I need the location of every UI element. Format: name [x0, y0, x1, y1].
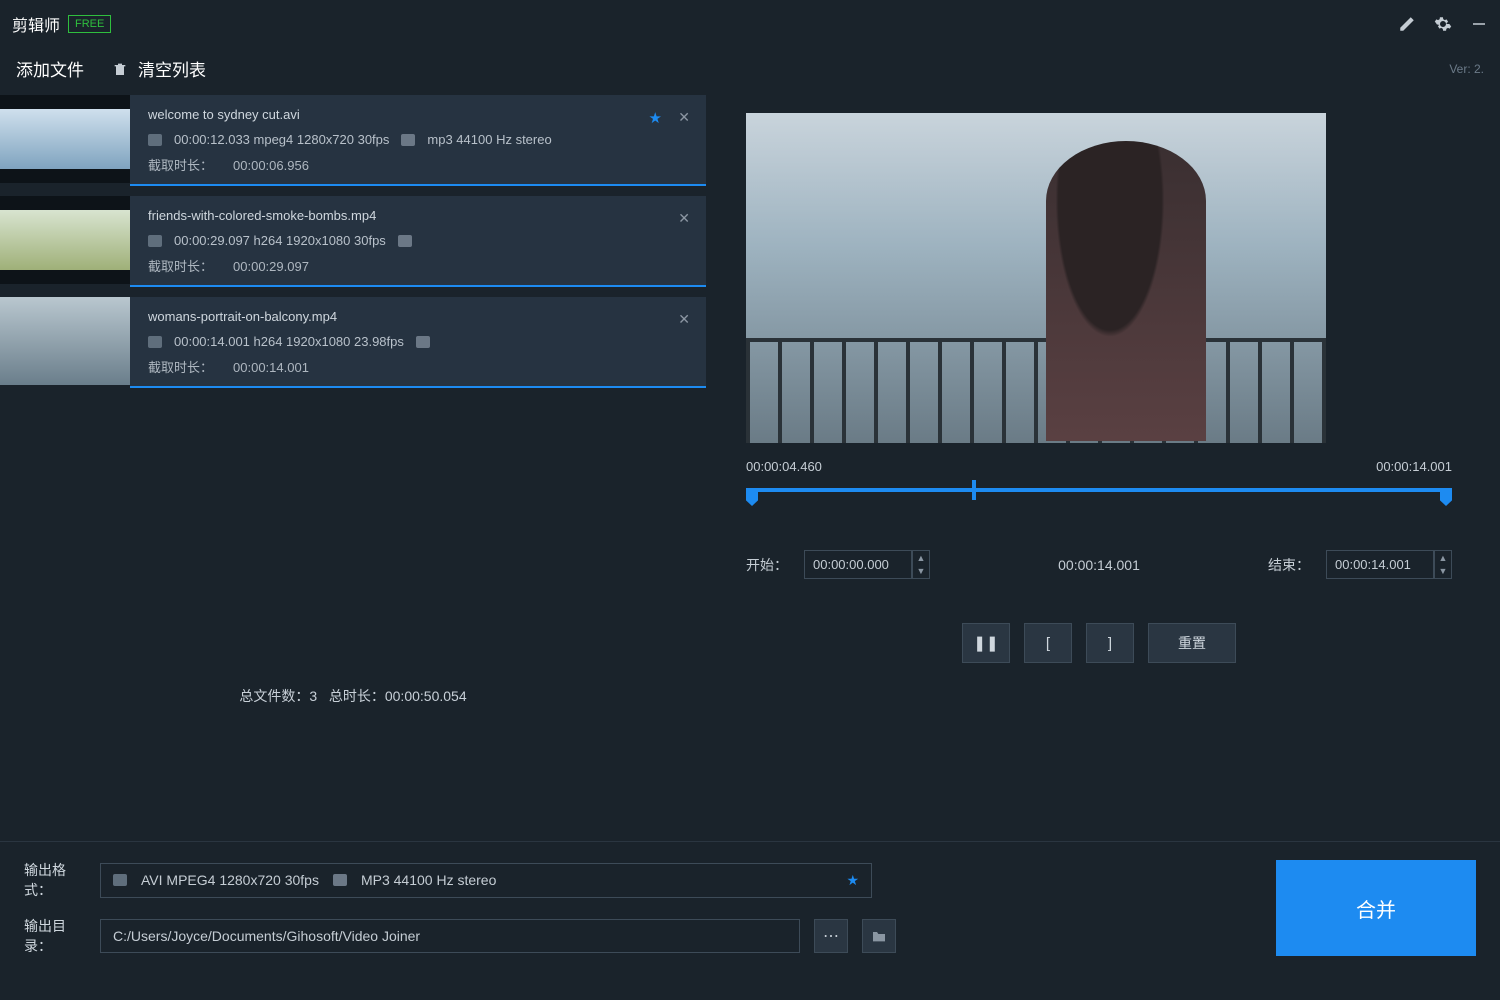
- cut-label: 截取时长：: [148, 360, 213, 375]
- video-meta: 00:00:29.097 h264 1920x1080 30fps: [174, 233, 386, 248]
- free-badge: FREE: [68, 15, 111, 33]
- close-icon[interactable]: ✕: [678, 311, 690, 328]
- clear-list-label: 清空列表: [138, 56, 206, 81]
- file-item[interactable]: friends-with-colored-smoke-bombs.mp4 00:…: [0, 196, 706, 287]
- close-icon[interactable]: ✕: [678, 109, 690, 126]
- close-icon[interactable]: ✕: [678, 210, 690, 227]
- audio-icon: [401, 134, 415, 146]
- video-meta: 00:00:12.033 mpeg4 1280x720 30fps: [174, 132, 389, 147]
- timeline-pos: 00:00:04.460: [746, 459, 822, 474]
- video-meta: 00:00:14.001 h264 1920x1080 23.98fps: [174, 334, 404, 349]
- start-label: 开始：: [746, 555, 788, 575]
- output-video-format: AVI MPEG4 1280x720 30fps: [141, 872, 319, 888]
- end-stepper-up[interactable]: ▲: [1435, 551, 1451, 564]
- minimize-icon[interactable]: [1470, 15, 1488, 33]
- file-name: womans-portrait-on-balcony.mp4: [148, 309, 688, 324]
- trash-icon: [112, 61, 128, 77]
- dir-more-button[interactable]: ⋯: [814, 919, 848, 953]
- timeline-track[interactable]: [746, 480, 1452, 504]
- browse-folder-button[interactable]: [862, 919, 896, 953]
- audio-meta: mp3 44100 Hz stereo: [427, 132, 551, 147]
- cut-value: 00:00:06.956: [233, 158, 309, 173]
- file-thumbnail: [0, 297, 130, 385]
- file-thumbnail: [0, 95, 130, 183]
- timeline-end: 00:00:14.001: [1376, 459, 1452, 474]
- audio-icon: [333, 874, 347, 886]
- end-time-input[interactable]: 00:00:14.001: [1326, 550, 1434, 579]
- folder-icon: [871, 929, 887, 943]
- clear-list-button[interactable]: 清空列表: [112, 56, 206, 81]
- video-icon: [113, 874, 127, 886]
- end-stepper-down[interactable]: ▼: [1435, 564, 1451, 577]
- file-list: welcome to sydney cut.avi 00:00:12.033 m…: [0, 95, 706, 388]
- add-file-label: 添加文件: [16, 56, 84, 81]
- file-item[interactable]: welcome to sydney cut.avi 00:00:12.033 m…: [0, 95, 706, 186]
- audio-icon: [416, 336, 430, 348]
- add-file-button[interactable]: 添加文件: [16, 56, 84, 81]
- video-icon: [148, 235, 162, 247]
- output-dir-field[interactable]: C:/Users/Joyce/Documents/Gihosoft/Video …: [100, 919, 800, 953]
- output-format-field[interactable]: AVI MPEG4 1280x720 30fps MP3 44100 Hz st…: [100, 863, 872, 898]
- video-preview[interactable]: [746, 113, 1326, 443]
- cut-value: 00:00:14.001: [233, 360, 309, 375]
- video-icon: [148, 336, 162, 348]
- start-stepper-up[interactable]: ▲: [913, 551, 929, 564]
- totals-text: 总文件数：3 总时长：00:00:50.054: [0, 668, 706, 724]
- reset-button[interactable]: 重置: [1148, 623, 1236, 663]
- mark-out-button[interactable]: ]: [1086, 623, 1134, 663]
- start-time-input[interactable]: 00:00:00.000: [804, 550, 912, 579]
- gear-icon[interactable]: [1434, 15, 1452, 33]
- end-label: 结束：: [1268, 555, 1310, 575]
- file-name: welcome to sydney cut.avi: [148, 107, 688, 122]
- format-star-icon[interactable]: ★: [846, 872, 859, 889]
- cut-value: 00:00:29.097: [233, 259, 309, 274]
- output-audio-format: MP3 44100 Hz stereo: [361, 872, 496, 888]
- merge-button[interactable]: 合并: [1276, 860, 1476, 956]
- mark-in-button[interactable]: [: [1024, 623, 1072, 663]
- pause-button[interactable]: ❚❚: [962, 623, 1010, 663]
- duration-display: 00:00:14.001: [942, 557, 1256, 573]
- output-format-label: 输出格式：: [24, 860, 86, 900]
- audio-icon: [398, 235, 412, 247]
- star-icon[interactable]: ★: [649, 109, 662, 127]
- file-item[interactable]: womans-portrait-on-balcony.mp4 00:00:14.…: [0, 297, 706, 388]
- file-name: friends-with-colored-smoke-bombs.mp4: [148, 208, 688, 223]
- output-dir-value: C:/Users/Joyce/Documents/Gihosoft/Video …: [113, 928, 420, 944]
- start-stepper-down[interactable]: ▼: [913, 564, 929, 577]
- cut-label: 截取时长：: [148, 259, 213, 274]
- cut-label: 截取时长：: [148, 158, 213, 173]
- trim-handle-right[interactable]: [1440, 492, 1452, 506]
- file-thumbnail: [0, 196, 130, 284]
- trim-handle-left[interactable]: [746, 492, 758, 506]
- video-icon: [148, 134, 162, 146]
- edit-icon[interactable]: [1398, 15, 1416, 33]
- timeline-scrubber[interactable]: [972, 480, 976, 500]
- version-text: Ver: 2.: [1449, 62, 1484, 76]
- app-title: 剪辑师: [12, 12, 60, 36]
- output-dir-label: 输出目录：: [24, 916, 86, 956]
